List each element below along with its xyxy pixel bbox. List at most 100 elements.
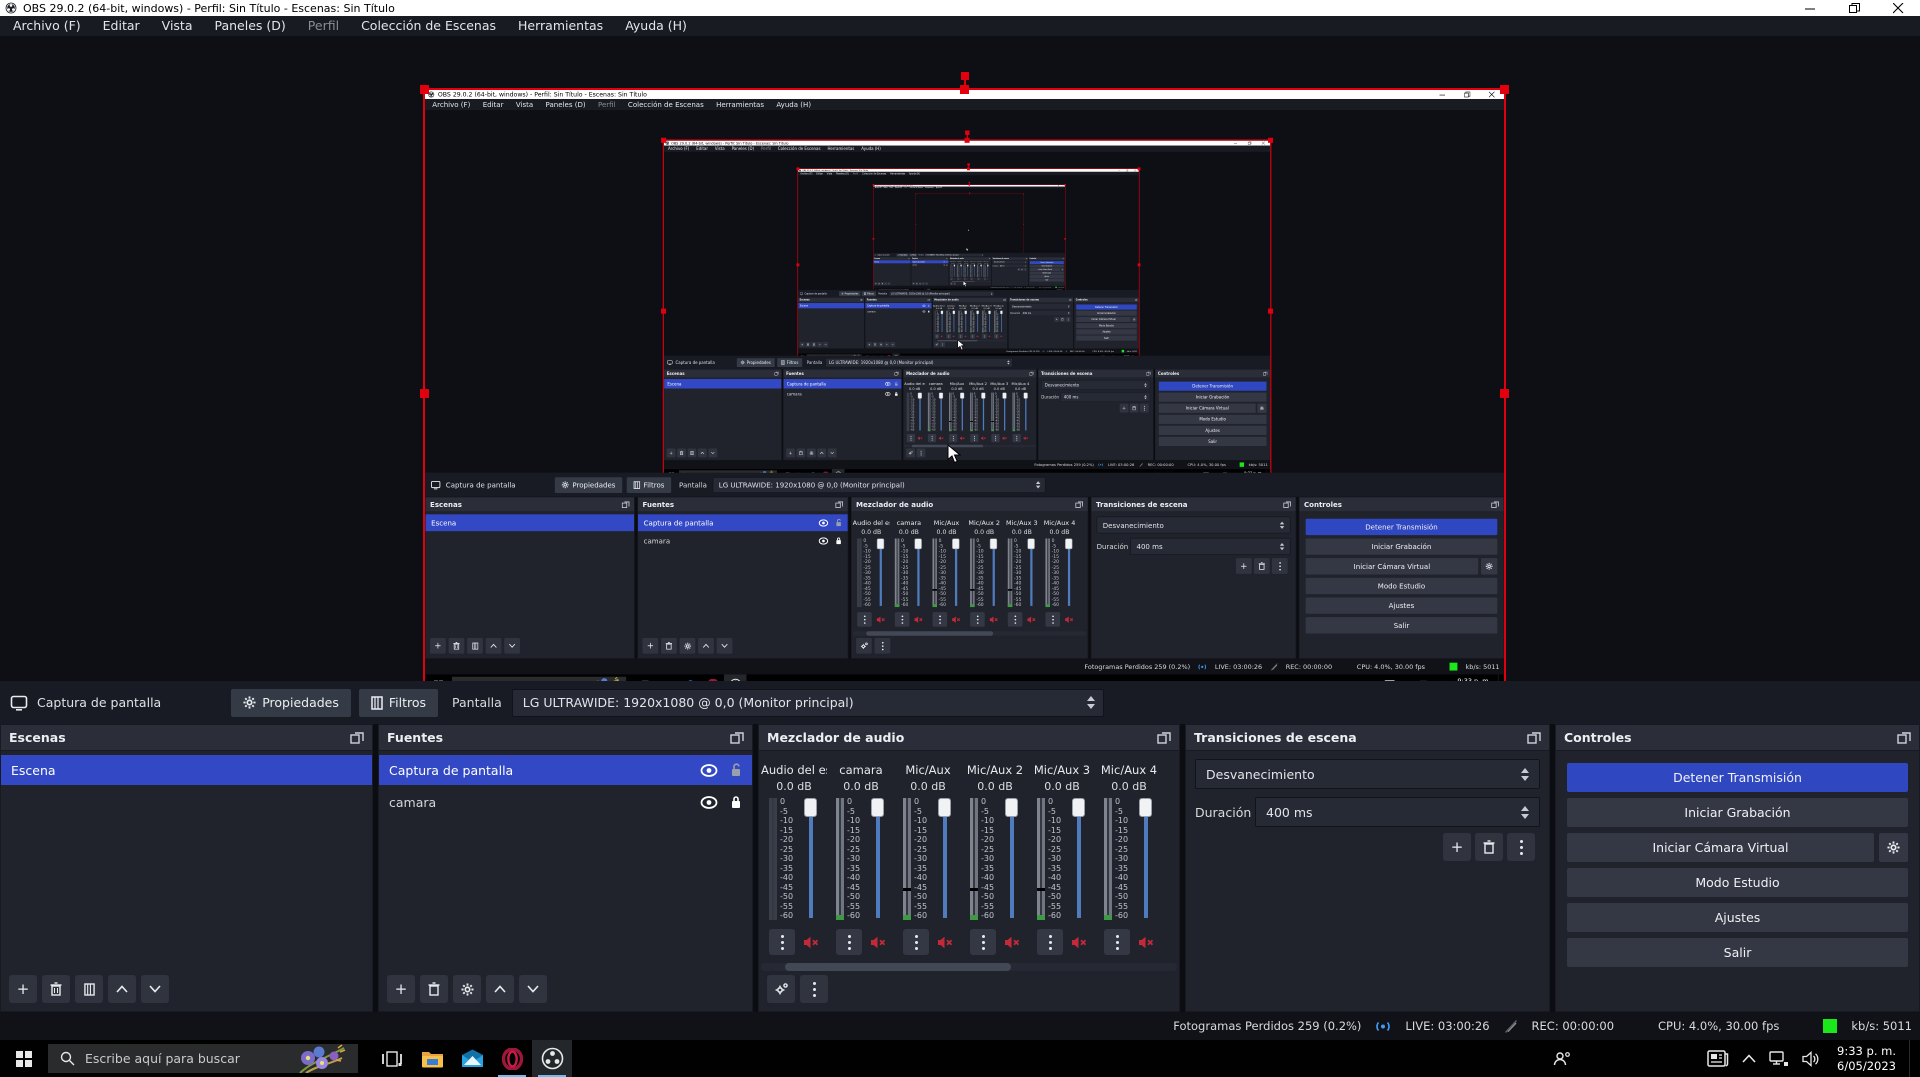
mute-icon[interactable]: [803, 936, 819, 949]
show-desktop-strip[interactable]: [1909, 1040, 1914, 1077]
start-virtual-camera-button[interactable]: Iniciar Cámara Virtual: [1567, 833, 1874, 862]
task-view-button[interactable]: [372, 1040, 412, 1077]
menu-paneles[interactable]: Paneles (D): [204, 16, 297, 36]
filters-button[interactable]: Filtros: [359, 689, 438, 717]
network-icon[interactable]: [1769, 1051, 1789, 1067]
preview-canvas[interactable]: OBS 29.0.2 (64-bit, windows) - Perfil: S…: [0, 36, 1920, 681]
obs-studio-button[interactable]: [532, 1040, 572, 1077]
tray-expand-chevron-icon[interactable]: [1742, 1054, 1756, 1063]
popout-icon[interactable]: [1897, 731, 1911, 744]
channel-menu-button: [857, 612, 872, 627]
scrollbar-thumb[interactable]: [785, 963, 1011, 971]
file-explorer-button[interactable]: [412, 1040, 452, 1077]
remove-transition-button[interactable]: [1475, 833, 1503, 861]
advanced-audio-button[interactable]: [767, 975, 795, 1003]
mixer-menu-button[interactable]: [800, 975, 828, 1003]
menu-editar[interactable]: Editar: [92, 16, 151, 36]
channel-menu-button[interactable]: [769, 929, 795, 955]
minimize-button[interactable]: [1788, 0, 1832, 16]
mixer-scrollbar[interactable]: [761, 963, 1177, 971]
people-icon[interactable]: [1553, 1051, 1571, 1067]
popout-icon[interactable]: [350, 731, 364, 744]
slider-handle[interactable]: [804, 798, 817, 817]
chevron-down-icon: [711, 452, 715, 455]
filters-button: Filtros: [627, 477, 671, 493]
start-recording-button[interactable]: Iniciar Grabación: [1567, 798, 1908, 827]
remove-source-button[interactable]: [420, 975, 448, 1003]
source-list-item[interactable]: Captura de pantalla: [379, 755, 752, 785]
transition-menu-button[interactable]: [1507, 833, 1535, 861]
exit-button[interactable]: Salir: [1567, 938, 1908, 967]
unlock-icon[interactable]: [730, 763, 742, 777]
preview-content[interactable]: OBS 29.0.2 (64-bit, windows) - Perfil: S…: [425, 90, 1504, 697]
channel-menu-button[interactable]: [836, 929, 862, 955]
mute-icon: [960, 278, 962, 279]
menu-herramientas[interactable]: Herramientas: [507, 16, 614, 36]
menu-ayuda[interactable]: Ayuda (H): [614, 16, 698, 36]
menu-archivo[interactable]: Archivo (F): [2, 16, 92, 36]
move-source-down-button[interactable]: [519, 975, 547, 1003]
mail-button[interactable]: [452, 1040, 492, 1077]
channel-menu-button[interactable]: [1104, 929, 1130, 955]
menu-coleccion-escenas[interactable]: Colección de Escenas: [350, 16, 507, 36]
channel-menu-button[interactable]: [1037, 929, 1063, 955]
volume-slider[interactable]: [803, 798, 819, 920]
mute-icon[interactable]: [1071, 936, 1087, 949]
add-source-button[interactable]: +: [387, 975, 415, 1003]
opera-browser-button[interactable]: [492, 1040, 532, 1077]
rotation-handle[interactable]: [961, 72, 969, 80]
mute-icon[interactable]: [937, 936, 953, 949]
taskbar-clock[interactable]: 9:33 p. m. 6/05/2023: [1834, 1044, 1896, 1073]
volume-slider[interactable]: [1071, 798, 1087, 920]
source-list-item[interactable]: camara: [379, 787, 752, 817]
move-source-up-button[interactable]: [486, 975, 514, 1003]
lock-icon[interactable]: [730, 795, 742, 809]
popout-icon[interactable]: [1157, 731, 1171, 744]
studio-mode-button[interactable]: Modo Estudio: [1567, 868, 1908, 897]
remove-scene-button[interactable]: [42, 975, 70, 1003]
popout-icon[interactable]: [1527, 731, 1541, 744]
volume-slider[interactable]: [1004, 798, 1020, 920]
volume-slider[interactable]: [870, 798, 886, 920]
settings-button[interactable]: Ajustes: [1567, 903, 1908, 932]
news-widget-icon[interactable]: [1707, 1050, 1729, 1068]
screen-select-dropdown[interactable]: LG ULTRAWIDE: 1920x1080 @ 0,0 (Monitor p…: [512, 689, 1104, 717]
mute-icon: [1000, 335, 1003, 337]
channel-menu-button[interactable]: [903, 929, 929, 955]
scene-filters-button[interactable]: [75, 975, 103, 1003]
slider-handle[interactable]: [1139, 798, 1152, 817]
add-scene-button[interactable]: +: [9, 975, 37, 1003]
volume-slider[interactable]: [937, 798, 953, 920]
slider-handle[interactable]: [938, 798, 951, 817]
virtual-camera-settings-button[interactable]: [1879, 833, 1908, 862]
add-transition-button[interactable]: +: [1443, 833, 1471, 861]
visibility-eye-icon[interactable]: [700, 796, 718, 809]
source-properties-button[interactable]: [453, 975, 481, 1003]
volume-slider[interactable]: [1138, 798, 1154, 920]
visibility-eye-icon[interactable]: [700, 764, 718, 777]
popout-icon[interactable]: [730, 731, 744, 744]
start-button[interactable]: [0, 1040, 48, 1077]
mute-icon[interactable]: [870, 936, 886, 949]
properties-button[interactable]: Propiedades: [231, 689, 351, 717]
restore-button[interactable]: [1832, 0, 1876, 16]
stop-streaming-button[interactable]: Detener Transmisión: [1567, 763, 1908, 792]
taskbar-search-box[interactable]: Escribe aquí para buscar: [48, 1044, 358, 1073]
channel-name: Mic/Aux: [947, 382, 968, 387]
screen-select-value: LG ULTRAWIDE: 1920x1080 @ 0,0 (Monitor p…: [926, 254, 959, 255]
slider-handle[interactable]: [1005, 798, 1018, 817]
scene-list-item[interactable]: Escena: [1, 755, 372, 785]
move-scene-up-button[interactable]: [108, 975, 136, 1003]
duration-spinbox[interactable]: 400 ms: [1255, 797, 1540, 827]
transition-select[interactable]: Desvanecimiento: [1195, 759, 1540, 789]
mute-icon[interactable]: [1004, 936, 1020, 949]
close-button[interactable]: [1876, 0, 1920, 16]
slider-handle[interactable]: [871, 798, 884, 817]
menu-perfil[interactable]: Perfil: [297, 16, 350, 36]
menu-vista[interactable]: Vista: [151, 16, 204, 36]
channel-menu-button[interactable]: [970, 929, 996, 955]
mute-icon[interactable]: [1138, 936, 1154, 949]
move-scene-down-button[interactable]: [141, 975, 169, 1003]
slider-handle[interactable]: [1072, 798, 1085, 817]
volume-icon[interactable]: [1802, 1051, 1821, 1067]
